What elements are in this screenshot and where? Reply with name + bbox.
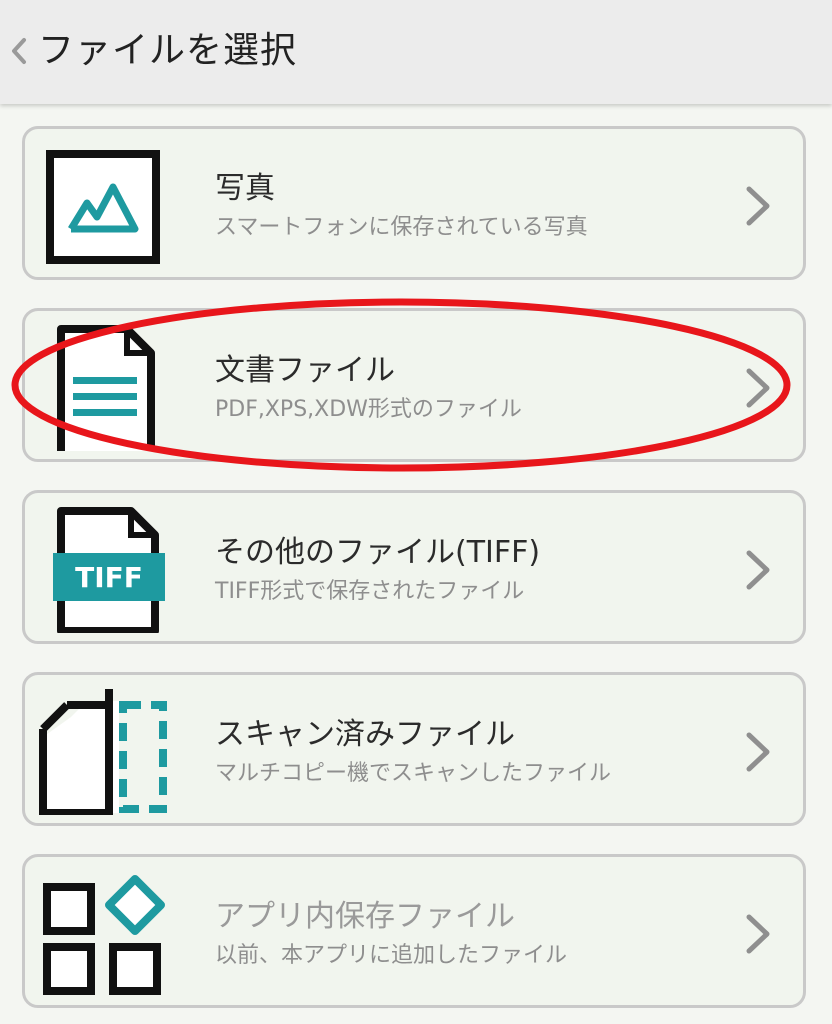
tiff-icon-label: TIFF — [75, 561, 143, 594]
list-item-documents[interactable]: 文書ファイル PDF,XPS,XDW形式のファイル — [22, 308, 806, 462]
item-title: スキャン済みファイル — [215, 717, 515, 752]
chevron-left-icon — [12, 38, 26, 64]
list-item-photos[interactable]: 写真 スマートフォンに保存されている写真 — [22, 126, 806, 280]
item-subtitle: 以前、本アプリに追加したファイル — [215, 943, 568, 968]
chevron-right-icon — [741, 727, 775, 777]
item-title: その他のファイル(TIFF) — [215, 535, 541, 570]
app-storage-icon — [39, 871, 169, 997]
chevron-right-icon — [741, 363, 775, 413]
page-title: ファイルを選択 — [38, 30, 298, 71]
scanned-file-icon — [39, 689, 169, 815]
tiff-file-icon: TIFF — [39, 507, 169, 633]
list-item-scanned[interactable]: スキャン済みファイル マルチコピー機でスキャンしたファイル — [22, 672, 806, 826]
item-subtitle: マルチコピー機でスキャンしたファイル — [215, 761, 612, 786]
list-item-app-storage[interactable]: アプリ内保存ファイル 以前、本アプリに追加したファイル — [22, 854, 806, 1008]
document-icon — [39, 325, 169, 451]
item-subtitle: PDF,XPS,XDW形式のファイル — [215, 397, 522, 422]
list-item-tiff[interactable]: TIFF その他のファイル(TIFF) TIFF形式で保存されたファイル — [22, 490, 806, 644]
chevron-right-icon — [741, 181, 775, 231]
item-title: アプリ内保存ファイル — [215, 899, 515, 934]
item-title: 文書ファイル — [215, 353, 395, 388]
back-button[interactable] — [6, 26, 34, 76]
item-subtitle: スマートフォンに保存されている写真 — [215, 215, 588, 240]
app-header: ファイルを選択 — [0, 0, 832, 104]
item-title: 写真 — [215, 171, 275, 206]
chevron-right-icon — [741, 909, 775, 959]
photo-icon — [39, 143, 169, 269]
item-subtitle: TIFF形式で保存されたファイル — [215, 579, 525, 604]
chevron-right-icon — [741, 545, 775, 595]
